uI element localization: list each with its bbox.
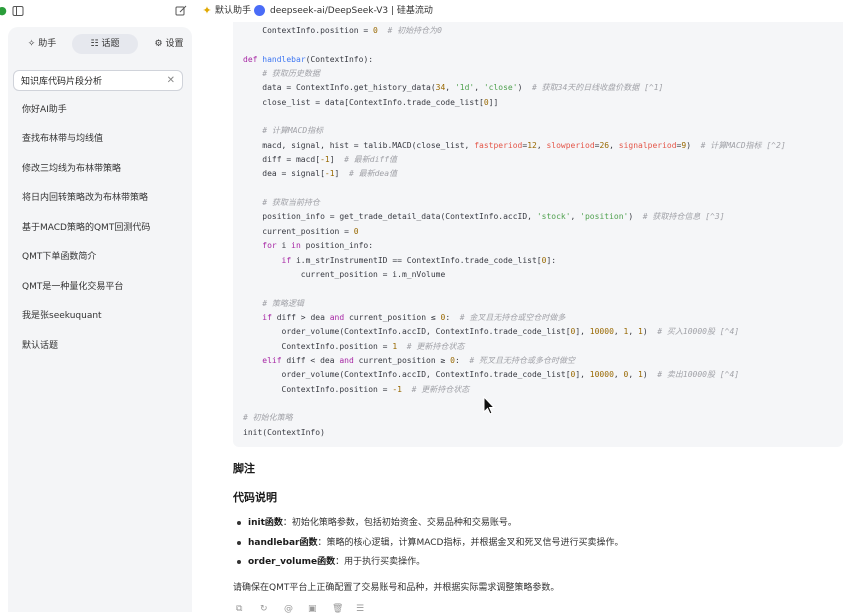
list-item: order_volume函数：用于执行买卖操作。: [237, 556, 425, 568]
mouse-cursor-icon: [483, 396, 496, 415]
bullet-icon: [237, 520, 241, 525]
code-line: current_position = 0: [243, 226, 359, 236]
edit-icon[interactable]: [175, 5, 187, 17]
image-icon[interactable]: ▣: [308, 604, 317, 614]
code-explanation-heading: 代码说明: [233, 491, 277, 504]
status-dot-icon: ●: [0, 4, 7, 17]
tab-topics-label: 话题: [101, 39, 120, 49]
code-line: current_position = i.m_nVolume: [243, 269, 446, 279]
code-line: data = ContextInfo.get_history_data(34, …: [243, 83, 664, 93]
close-icon[interactable]: ✕: [167, 74, 175, 87]
at-icon[interactable]: @: [284, 604, 293, 614]
code-line: ContextInfo.position = 1 # 更新持仓状态: [243, 341, 465, 351]
assistant-name[interactable]: 默认助手: [215, 5, 251, 17]
top-bar: ● ✦ 默认助手 deepseek-ai/DeepSeek-V3 | 硅基流动: [0, 0, 843, 22]
footer-note: 请确保在QMT平台上正确配置了交易账号和品种，并根据实际需求调整策略参数。: [233, 583, 560, 593]
bullet-icon: [237, 540, 241, 545]
bullet-icon: [237, 559, 241, 564]
copy-icon[interactable]: ⧉: [236, 604, 242, 614]
model-name[interactable]: deepseek-ai/DeepSeek-V3 | 硅基流动: [270, 5, 433, 17]
refresh-icon[interactable]: ↻: [260, 604, 268, 614]
conversation-item[interactable]: 基于MACD策略的QMT回测代码: [22, 222, 150, 234]
bullet-term: init函数: [248, 518, 283, 528]
conversation-item[interactable]: 默认话题: [22, 340, 58, 352]
sparkle-icon: ✧: [27, 39, 36, 49]
conversation-item[interactable]: QMT下单函数简介: [22, 251, 96, 263]
bullet-desc: ：初始化策略参数，包括初始资金、交易品种和交易账号。: [282, 518, 517, 528]
conversation-item[interactable]: QMT是一种量化交易平台: [22, 281, 123, 293]
list-item: handlebar函数：策略的核心逻辑，计算MACD指标，并根据金叉和死叉信号进…: [237, 537, 623, 549]
bullet-term: order_volume函数: [248, 557, 336, 567]
code-line: # 策略逻辑: [262, 298, 304, 308]
code-line: ContextInfo.position = 0 # 初始持仓为0: [243, 26, 442, 35]
delete-icon[interactable]: 🗑: [332, 604, 343, 614]
conversation-item[interactable]: 我是张seekuquant: [22, 310, 102, 322]
code-line: for i in position_info:: [262, 241, 374, 251]
code-line: init(ContextInfo): [243, 427, 325, 437]
list-icon: ☷: [90, 39, 99, 49]
tab-topics[interactable]: ☷ 话题: [72, 34, 138, 54]
code-line: diff = macd[-1] # 最新diff值: [243, 155, 398, 165]
conversation-item[interactable]: 将日内回转策略改为布林带策略: [22, 192, 148, 204]
code-line: # 获取历史数据: [262, 69, 320, 79]
star-icon: ✦: [202, 4, 212, 17]
sidebar-toggle-icon[interactable]: [12, 5, 24, 17]
conversation-item[interactable]: 查找布林带与均线值: [22, 133, 103, 145]
code-line: dea = signal[-1] # 最新dea值: [243, 169, 398, 179]
code-line: if diff > dea and current_position ≤ 0: …: [262, 312, 566, 322]
code-line: position_info = get_trade_detail_data(Co…: [243, 212, 725, 222]
list-item: init函数：初始化策略参数，包括初始资金、交易品种和交易账号。: [237, 517, 517, 529]
code-line: close_list = data[ContextInfo.trade_code…: [243, 97, 499, 107]
code-line: order_volume(ContextInfo.accID, ContextI…: [243, 327, 740, 337]
code-line: # 初始化策略: [243, 413, 293, 423]
gear-icon: ⚙: [154, 39, 163, 49]
search-input[interactable]: [21, 73, 161, 88]
code-line: # 获取当前持仓: [262, 198, 320, 208]
code-line: macd, signal, hist = talib.MACD(close_li…: [243, 140, 786, 150]
code-content: ContextInfo.position = 0 # 初始持仓为0 def ha…: [243, 24, 786, 440]
bullet-term: handlebar函数: [248, 538, 318, 548]
code-line: order_volume(ContextInfo.accID, ContextI…: [243, 370, 740, 380]
tab-settings[interactable]: ⚙ 设置: [144, 34, 194, 54]
code-block: ContextInfo.position = 0 # 初始持仓为0 def ha…: [233, 22, 843, 447]
bullet-desc: ：策略的核心逻辑，计算MACD指标，并根据金叉和死叉信号进行买卖操作。: [317, 538, 624, 548]
search-box[interactable]: ✕: [13, 70, 183, 91]
footnote-heading: 脚注: [233, 462, 255, 475]
code-line: # 计算MACD指标: [262, 126, 324, 136]
menu-icon[interactable]: ☰: [356, 604, 364, 614]
code-line: elif diff < dea and current_position ≥ 0…: [262, 355, 576, 365]
tab-assistant[interactable]: ✧ 助手: [20, 34, 64, 54]
sidebar: ✧ 助手 ☷ 话题 ⚙ 设置 ✕ 你好AI助手 查找布林带与均线值 修改三均线为…: [8, 27, 192, 612]
code-line: if i.m_strInstrumentID == ContextInfo.tr…: [281, 255, 557, 265]
conversation-item[interactable]: 你好AI助手: [22, 104, 67, 116]
code-line: ContextInfo.position = -1 # 更新持仓状态: [243, 384, 470, 394]
code-line: def handlebar(ContextInfo):: [243, 54, 374, 64]
tab-assistant-label: 助手: [38, 39, 57, 49]
tab-settings-label: 设置: [165, 39, 184, 49]
conversation-item[interactable]: 修改三均线为布林带策略: [22, 163, 121, 175]
deepseek-logo-icon: [254, 5, 265, 16]
bullet-desc: ：用于执行买卖操作。: [335, 557, 426, 567]
